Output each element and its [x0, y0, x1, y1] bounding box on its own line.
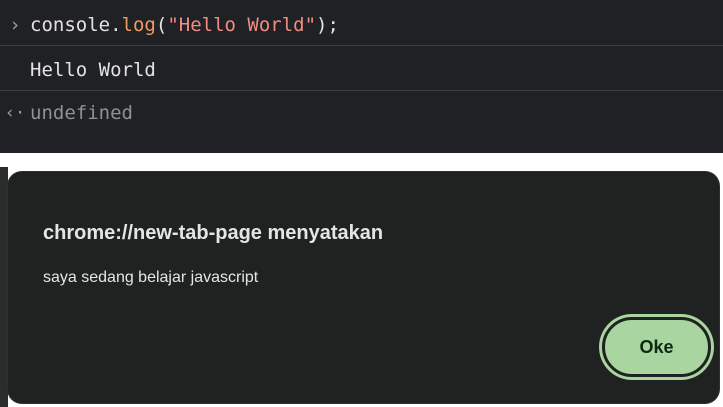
code-dot: . — [110, 14, 122, 36]
code-object: console — [30, 14, 111, 36]
background-page-edge — [0, 167, 8, 407]
separator-gap — [0, 153, 723, 167]
code-open-paren: ( — [155, 14, 168, 36]
alert-dialog: chrome://new-tab-page menyatakan saya se… — [8, 172, 719, 403]
result-return-icon: ‹· — [4, 103, 26, 123]
console-result-line: ‹· undefined — [0, 93, 723, 133]
console-input-code: console.log("Hello World"); — [30, 14, 339, 36]
code-close: ); — [316, 14, 339, 36]
code-method: log — [121, 14, 156, 36]
console-input-line[interactable]: › console.log("Hello World"); — [0, 5, 723, 46]
input-prompt-icon: › — [9, 14, 21, 36]
dialog-message: saya sedang belajar javascript — [43, 269, 259, 286]
console-result-text: undefined — [30, 102, 133, 124]
console-output-text: Hello World — [30, 59, 156, 81]
ok-button[interactable]: Oke — [602, 317, 711, 377]
dialog-title: chrome://new-tab-page menyatakan — [43, 222, 384, 244]
code-string: "Hello World" — [167, 14, 317, 36]
devtools-console: › console.log("Hello World"); Hello Worl… — [0, 0, 723, 153]
console-output-line: Hello World — [0, 50, 723, 91]
